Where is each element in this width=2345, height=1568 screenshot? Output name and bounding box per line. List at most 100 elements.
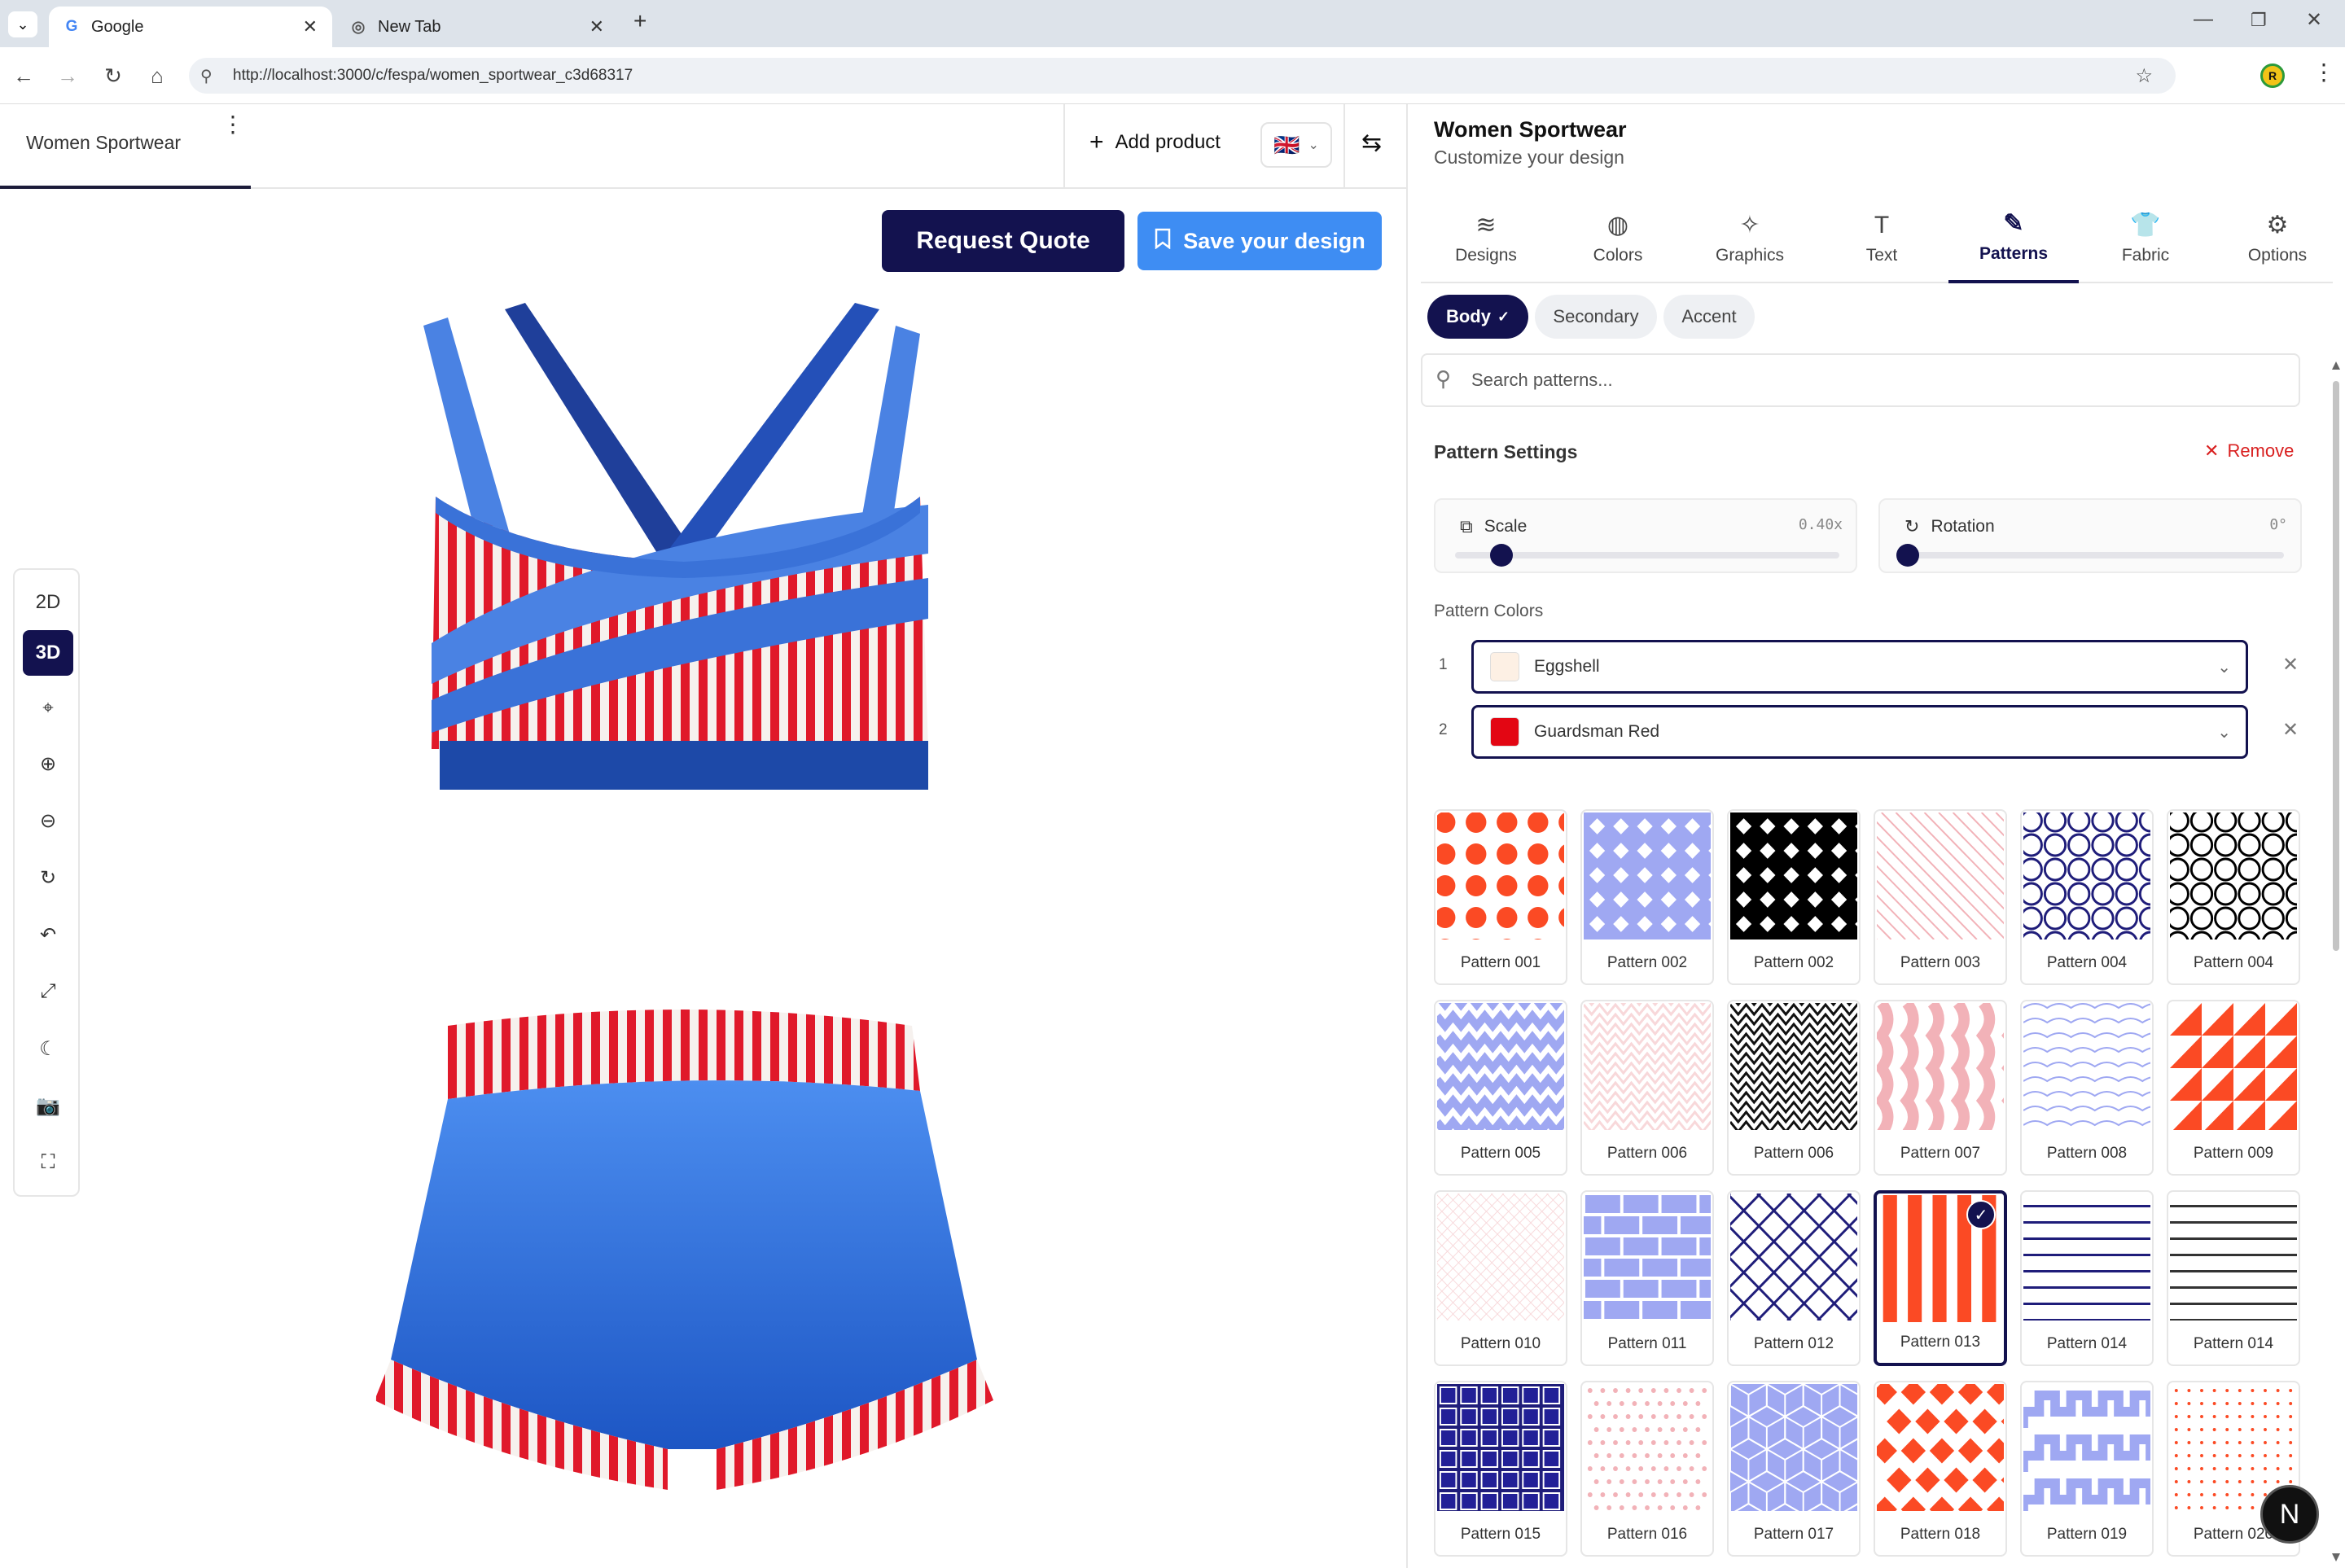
pattern-label: Pattern 002 (1606, 954, 1688, 971)
remove-color-icon[interactable]: ✕ (2282, 718, 2299, 742)
save-design-button[interactable]: Save your design (1137, 212, 1382, 270)
tab-designs[interactable]: ≋ Designs (1421, 195, 1551, 283)
add-product-button[interactable]: + Add product (1089, 129, 1221, 156)
pattern-card[interactable]: Pattern 014 (2167, 1190, 2300, 1366)
rotation-track[interactable] (1896, 544, 2284, 567)
google-icon: G (65, 18, 78, 35)
address-bar[interactable]: ⚲ http://localhost:3000/c/fespa/women_sp… (189, 58, 2176, 94)
scan-icon[interactable]: ⛶ (23, 1140, 73, 1185)
tab-search-button[interactable]: ⌄ (8, 11, 37, 37)
dark-mode-icon[interactable]: ☾ (23, 1026, 73, 1071)
fullscreen-icon[interactable]: ⤢ (23, 969, 73, 1014)
undo-icon[interactable]: ↶ (23, 912, 73, 957)
pattern-card[interactable]: Pattern 013 ✓ (1874, 1190, 2007, 1366)
panel-scrollbar[interactable] (2330, 358, 2342, 1566)
pattern-card[interactable]: Pattern 004 (2167, 809, 2300, 985)
pattern-card[interactable]: Pattern 014 (2020, 1190, 2154, 1366)
view-3d-button[interactable]: 3D (23, 630, 73, 676)
pattern-card[interactable]: Pattern 006 (1727, 1000, 1861, 1176)
pattern-card[interactable]: Pattern 007 (1874, 1000, 2007, 1176)
pattern-card[interactable]: Pattern 002 (1727, 809, 1861, 985)
extension-icon[interactable]: R (2260, 64, 2285, 88)
tab-label: Designs (1455, 246, 1517, 265)
close-tab-icon[interactable]: ✕ (590, 16, 604, 37)
site-settings-icon[interactable]: ⚲ (200, 66, 213, 86)
pattern-card[interactable]: Pattern 012 (1727, 1190, 1861, 1366)
zone-chip-accent[interactable]: Accent (1663, 295, 1755, 339)
pattern-card[interactable]: Pattern 001 (1434, 809, 1567, 985)
scale-track[interactable] (1455, 544, 1839, 567)
scale-slider-handle[interactable] (1489, 544, 1513, 567)
pattern-card[interactable]: Pattern 018 (1874, 1381, 2007, 1557)
close-icon: ✕ (2204, 440, 2220, 461)
browser-toolbar: ← → ↻ ⌂ ⚲ http://localhost:3000/c/fespa/… (0, 47, 2345, 104)
rotation-slider-handle[interactable] (1896, 544, 1919, 567)
pattern-label: Pattern 015 (1460, 1526, 1541, 1543)
pattern-card[interactable]: Pattern 019 (2020, 1381, 2154, 1557)
product-menu-icon[interactable]: ⋮ (221, 111, 244, 138)
pattern-card[interactable]: Pattern 009 (2167, 1000, 2300, 1176)
remove-color-icon[interactable]: ✕ (2282, 653, 2299, 677)
pattern-card[interactable]: Pattern 002 (1580, 809, 1714, 985)
back-icon[interactable]: ← (10, 62, 37, 90)
scale-label: Scale (1484, 517, 1528, 536)
next-dev-badge[interactable]: N (2260, 1485, 2319, 1544)
focus-icon[interactable]: ⌖ (23, 685, 73, 731)
pattern-card[interactable]: Pattern 005 (1434, 1000, 1567, 1176)
zoom-out-icon[interactable]: ⊖ (23, 798, 73, 843)
pattern-color-select[interactable]: Eggshell ⌄ (1471, 640, 2248, 694)
language-selector[interactable]: 🇬🇧 ⌄ (1260, 122, 1332, 168)
view-2d-button[interactable]: 2D (23, 580, 73, 625)
tab-text[interactable]: T Text (1817, 195, 1947, 283)
tab-colors[interactable]: ◍ Colors (1553, 195, 1683, 283)
chrome-icon: ◎ (351, 18, 366, 36)
uk-flag-icon: 🇬🇧 (1273, 132, 1300, 157)
shirt-icon: 👕 (2130, 212, 2161, 239)
pattern-card[interactable]: Pattern 011 (1580, 1190, 1714, 1366)
pattern-card[interactable]: Pattern 006 (1580, 1000, 1714, 1176)
tab-fabric[interactable]: 👕 Fabric (2080, 195, 2211, 283)
pattern-search-input[interactable]: ⚲ Search patterns... (1421, 353, 2300, 407)
pattern-card[interactable]: Pattern 004 (2020, 809, 2154, 985)
pattern-thumbnail (1875, 1382, 2005, 1522)
garment-3d-preview[interactable] (358, 293, 1010, 1498)
browser-menu-icon[interactable]: ⋮ (2312, 59, 2335, 85)
plus-icon: + (1089, 129, 1104, 155)
tab-graphics[interactable]: ✧ Graphics (1685, 195, 1815, 283)
pattern-label: Pattern 005 (1460, 1145, 1541, 1162)
zoom-in-icon[interactable]: ⊕ (23, 741, 73, 786)
pattern-card[interactable]: Pattern 015 (1434, 1381, 1567, 1557)
selected-check-icon: ✓ (1966, 1200, 1996, 1229)
pattern-card[interactable]: Pattern 010 (1434, 1190, 1567, 1366)
pattern-card[interactable]: Pattern 017 (1727, 1381, 1861, 1557)
home-icon[interactable]: ⌂ (143, 62, 171, 90)
pattern-card[interactable]: Pattern 008 (2020, 1000, 2154, 1176)
bookmark-star-icon[interactable]: ☆ (2135, 64, 2153, 88)
close-tab-icon[interactable]: ✕ (303, 16, 318, 37)
browser-tab-newtab[interactable]: ◎ New Tab ✕ (335, 7, 619, 47)
pattern-label: Pattern 001 (1460, 954, 1541, 971)
pattern-card[interactable]: Pattern 003 (1874, 809, 2007, 985)
reload-icon[interactable]: ↻ (99, 62, 127, 90)
color-name: Eggshell (1534, 657, 1600, 676)
restore-icon[interactable]: ❐ (2251, 10, 2267, 31)
browser-tab-google[interactable]: G Google ✕ (49, 7, 332, 47)
swap-icon[interactable]: ⇆ (1361, 129, 1382, 157)
rotate-icon[interactable]: ↻ (23, 855, 73, 900)
close-window-icon[interactable]: ✕ (2306, 8, 2322, 32)
new-tab-button[interactable]: + (633, 8, 647, 34)
zone-chip-secondary[interactable]: Secondary (1535, 295, 1657, 339)
pattern-color-select[interactable]: Guardsman Red ⌄ (1471, 705, 2248, 759)
remove-pattern-button[interactable]: ✕ Remove (2204, 440, 2294, 462)
zone-chip-body[interactable]: Body ✓ (1427, 295, 1528, 339)
tab-patterns[interactable]: ✎ Patterns (1948, 195, 2079, 283)
product-tab[interactable]: Women Sportwear (26, 132, 181, 154)
pattern-thumbnail (2170, 1003, 2297, 1133)
sliders-icon: ⚙ (2266, 212, 2289, 239)
forward-icon[interactable]: → (54, 62, 81, 90)
request-quote-button[interactable]: Request Quote (882, 210, 1124, 272)
minimize-icon[interactable]: — (2194, 8, 2213, 31)
camera-icon[interactable]: 📷 (23, 1083, 73, 1128)
tab-options[interactable]: ⚙ Options (2212, 195, 2343, 283)
pattern-card[interactable]: Pattern 016 (1580, 1381, 1714, 1557)
